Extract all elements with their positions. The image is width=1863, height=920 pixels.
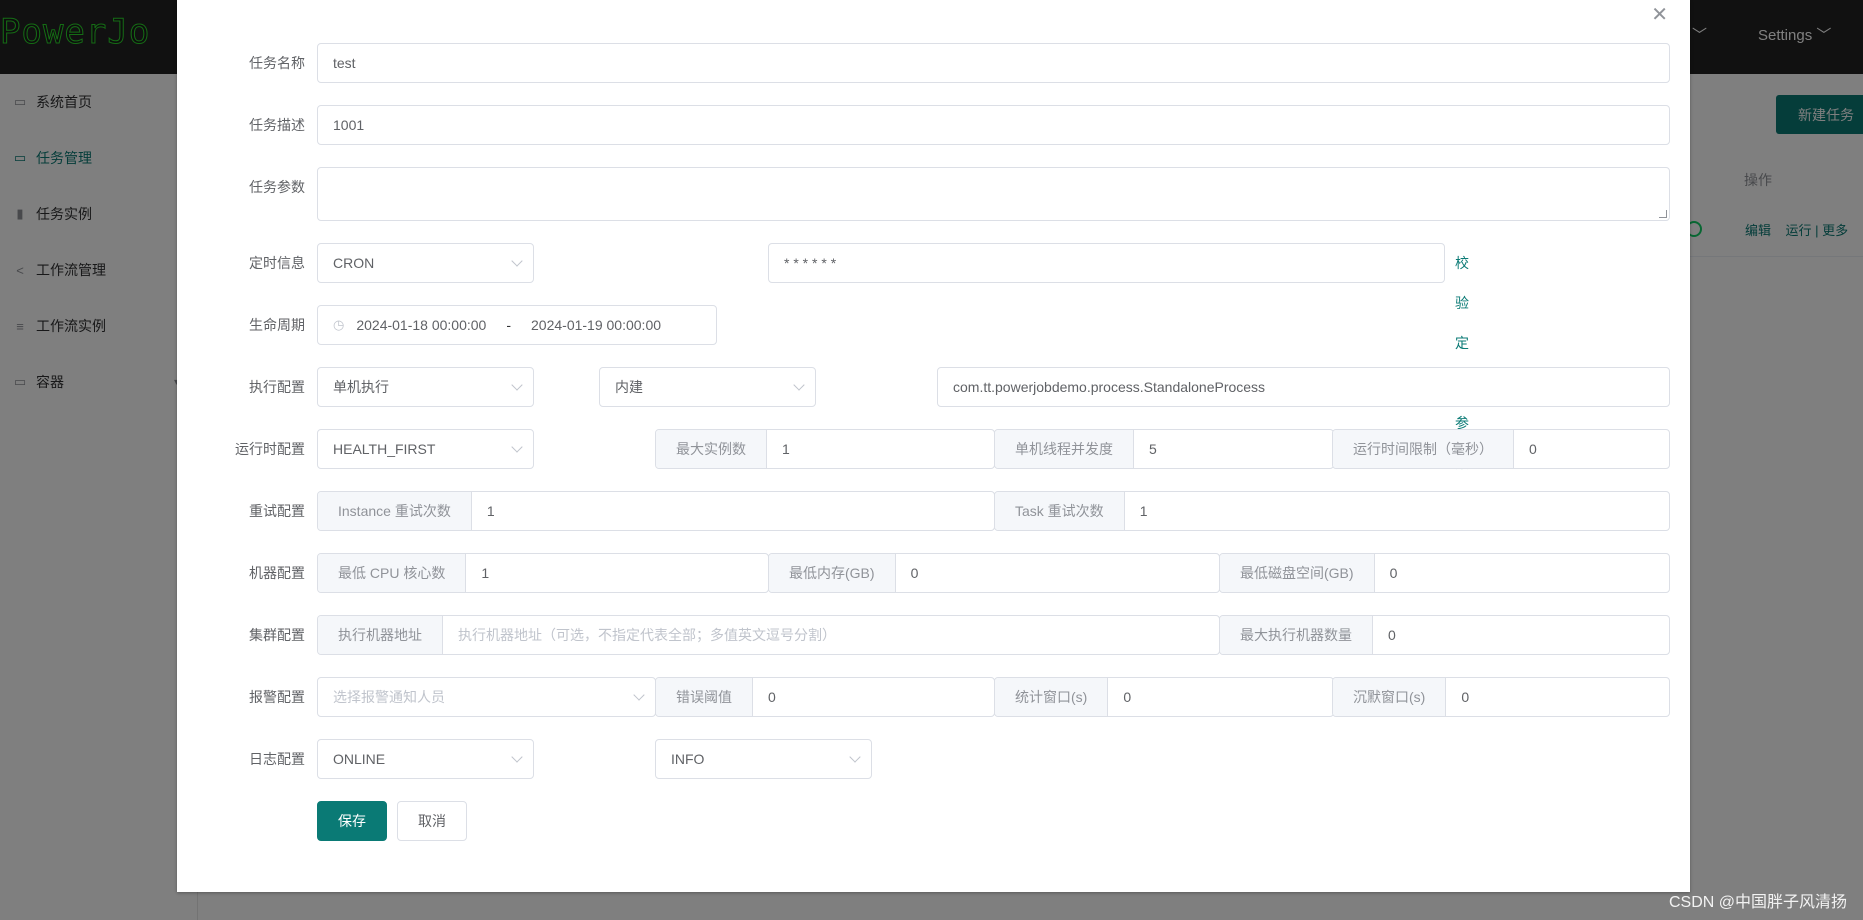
date-range-separator: - [506,317,512,333]
runtime-label: 运行时配置 [235,441,305,457]
time-limit-input[interactable]: 运行时间限制（毫秒） 0 [1332,429,1670,469]
execution-mode-select[interactable]: 单机执行 [317,367,534,407]
cron-expression-value: * * * * * * [784,255,837,271]
instance-retry-label: Instance 重试次数 [318,492,472,530]
error-threshold-value[interactable]: 0 [753,678,994,716]
dispatch-strategy-select[interactable]: HEALTH_FIRST [317,429,534,469]
chevron-down-icon [633,689,645,701]
max-workers-input[interactable]: 最大执行机器数量 0 [1219,615,1670,655]
processor-info-value: com.tt.powerjobdemo.process.StandalonePr… [953,379,1266,395]
log-type-value: ONLINE [333,751,386,767]
min-disk-value[interactable]: 0 [1375,554,1669,592]
chevron-down-icon [511,379,523,391]
alarm-receivers-select[interactable]: 选择报警通知人员 [317,677,656,717]
execution-mode-value: 单机执行 [333,379,389,395]
min-disk-label: 最低磁盘空间(GB) [1220,554,1375,592]
lifecycle-end[interactable]: 2024-01-19 00:00:00 [531,317,661,333]
lifecycle-label: 生命周期 [249,317,305,333]
save-button[interactable]: 保存 [317,801,387,841]
task-desc-input[interactable]: 1001 [317,105,1670,145]
alarm-label: 报警配置 [249,689,305,705]
chevron-down-icon [511,441,523,453]
resize-handle-icon[interactable] [1659,210,1667,218]
designated-workers-placeholder[interactable]: 执行机器地址（可选，不指定代表全部；多值英文逗号分割） [443,616,1219,654]
min-memory-value[interactable]: 0 [896,554,1219,592]
lifecycle-date-range[interactable]: ◷ 2024-01-18 00:00:00 - 2024-01-19 00:00… [317,305,717,345]
processor-type-select[interactable]: 内建 [599,367,816,407]
concurrency-input[interactable]: 单机线程并发度 5 [994,429,1334,469]
max-instances-value[interactable]: 1 [767,430,994,468]
close-icon[interactable]: ✕ [1651,2,1668,27]
silence-window-input[interactable]: 沉默窗口(s) 0 [1332,677,1670,717]
schedule-type-select[interactable]: CRON [317,243,534,283]
max-instances-input[interactable]: 最大实例数 1 [655,429,995,469]
min-memory-input[interactable]: 最低内存(GB) 0 [768,553,1220,593]
task-params-label: 任务参数 [249,179,305,195]
log-level-value: INFO [671,751,705,767]
min-memory-label: 最低内存(GB) [769,554,896,592]
stat-window-value[interactable]: 0 [1108,678,1333,716]
min-cpu-value[interactable]: 1 [466,554,768,592]
cron-expression-input[interactable]: * * * * * * [768,243,1445,283]
max-instances-label: 最大实例数 [656,430,767,468]
chevron-down-icon [511,751,523,763]
error-threshold-input[interactable]: 错误阈值 0 [655,677,995,717]
instance-retry-value[interactable]: 1 [472,492,994,530]
task-params-textarea[interactable] [317,167,1670,221]
task-desc-label: 任务描述 [249,117,305,133]
stat-window-input[interactable]: 统计窗口(s) 0 [994,677,1334,717]
edit-task-dialog: ✕ 任务名称 test 任务描述 1001 任务参数 定时信息 CRON * *… [177,0,1690,892]
machine-label: 机器配置 [249,565,305,581]
concurrency-label: 单机线程并发度 [995,430,1134,468]
max-workers-label: 最大执行机器数量 [1220,616,1373,654]
execution-label: 执行配置 [249,379,305,395]
chevron-down-icon [793,379,805,391]
min-disk-input[interactable]: 最低磁盘空间(GB) 0 [1219,553,1670,593]
dispatch-strategy-value: HEALTH_FIRST [333,441,436,457]
designated-workers-label: 执行机器地址 [318,616,443,654]
processor-info-input[interactable]: com.tt.powerjobdemo.process.StandalonePr… [937,367,1670,407]
task-name-value: test [333,55,356,71]
time-limit-label: 运行时间限制（毫秒） [1333,430,1514,468]
log-level-select[interactable]: INFO [655,739,872,779]
clock-icon: ◷ [333,317,345,332]
silence-window-value[interactable]: 0 [1446,678,1669,716]
task-desc-value: 1001 [333,117,365,133]
alarm-receivers-placeholder: 选择报警通知人员 [333,689,445,705]
time-limit-value[interactable]: 0 [1514,430,1669,468]
silence-window-label: 沉默窗口(s) [1333,678,1447,716]
task-retry-input[interactable]: Task 重试次数 1 [994,491,1670,531]
log-type-select[interactable]: ONLINE [317,739,534,779]
min-cpu-input[interactable]: 最低 CPU 核心数 1 [317,553,769,593]
log-label: 日志配置 [249,751,305,767]
cancel-button[interactable]: 取消 [397,801,467,841]
task-retry-value[interactable]: 1 [1125,492,1669,530]
retry-label: 重试配置 [249,503,305,519]
cluster-label: 集群配置 [249,627,305,643]
stat-window-label: 统计窗口(s) [995,678,1109,716]
chevron-down-icon [849,751,861,763]
schedule-type-value: CRON [333,255,375,271]
task-name-label: 任务名称 [249,55,305,71]
task-name-input[interactable]: test [317,43,1670,83]
processor-type-value: 内建 [615,379,643,395]
lifecycle-start[interactable]: 2024-01-18 00:00:00 [356,317,486,333]
schedule-label: 定时信息 [249,255,305,271]
task-retry-label: Task 重试次数 [995,492,1125,530]
concurrency-value[interactable]: 5 [1134,430,1333,468]
min-cpu-label: 最低 CPU 核心数 [318,554,467,592]
designated-workers-input[interactable]: 执行机器地址 执行机器地址（可选，不指定代表全部；多值英文逗号分割） [317,615,1220,655]
chevron-down-icon [511,255,523,267]
instance-retry-input[interactable]: Instance 重试次数 1 [317,491,995,531]
watermark: CSDN @中国胖子风清扬 [1668,894,1847,911]
max-workers-value[interactable]: 0 [1373,616,1669,654]
error-threshold-label: 错误阈值 [656,678,753,716]
